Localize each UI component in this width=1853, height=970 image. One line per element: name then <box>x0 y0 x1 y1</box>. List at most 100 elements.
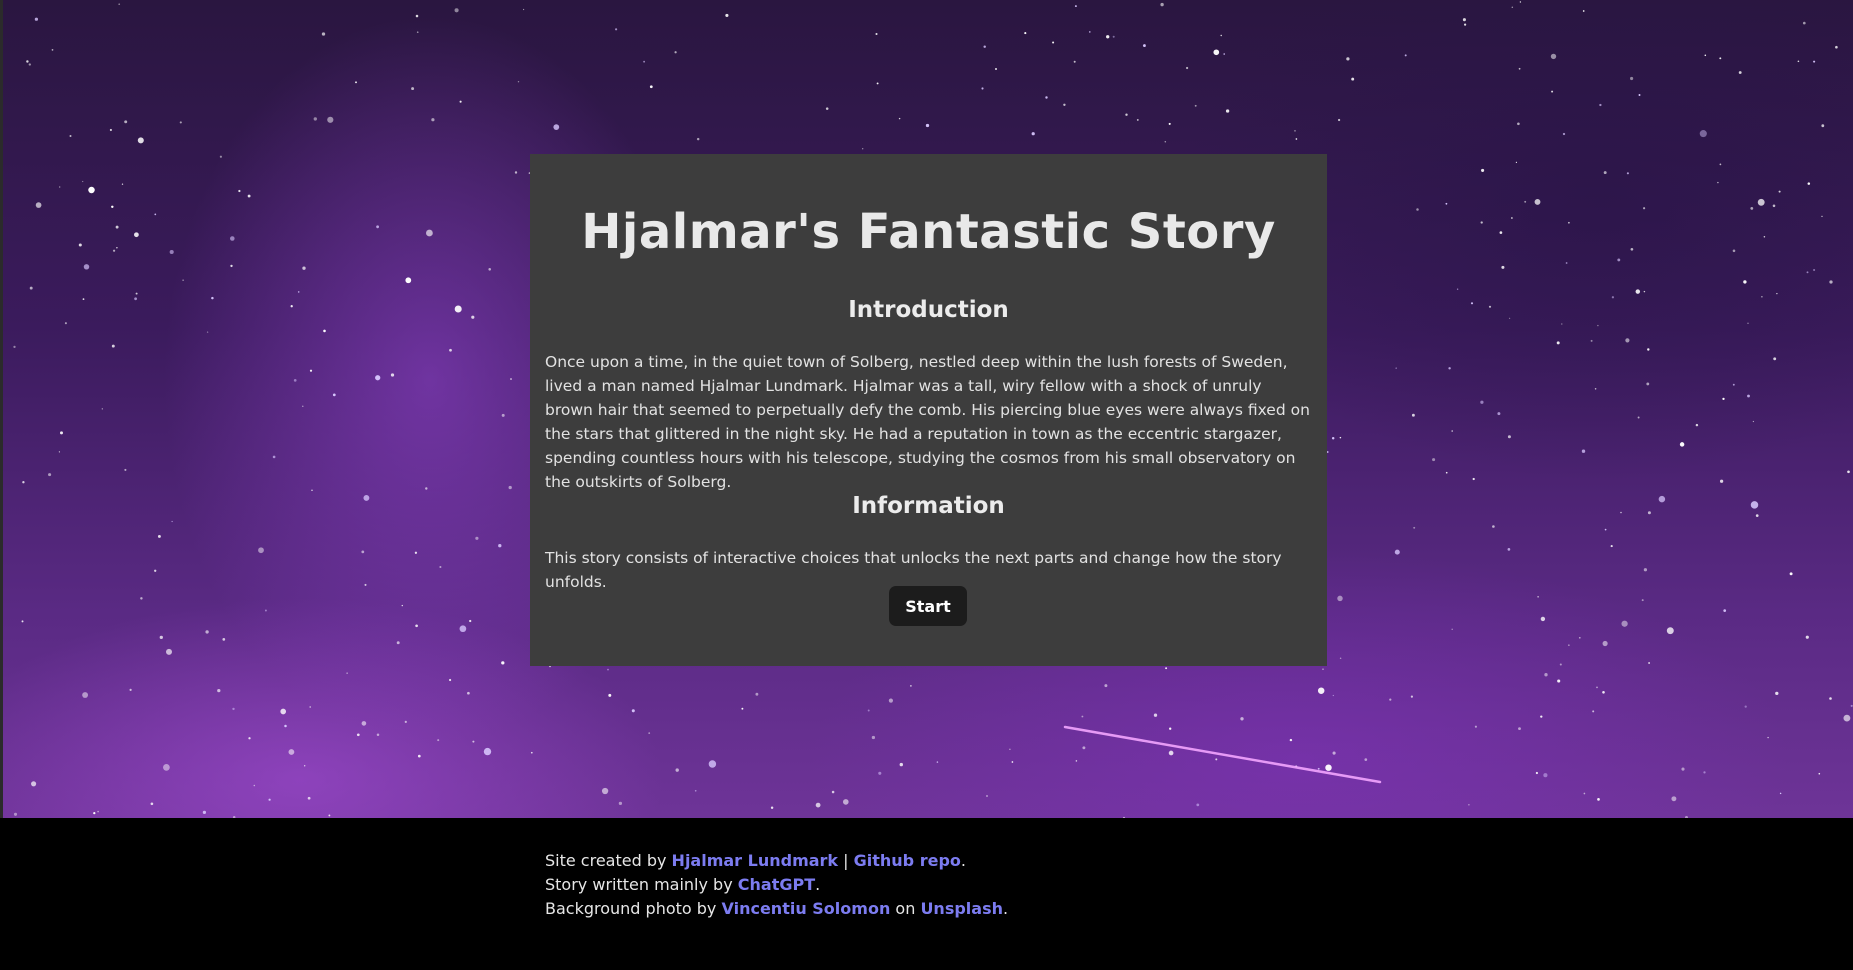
star <box>290 305 293 308</box>
star <box>82 298 85 300</box>
star <box>1761 295 1763 298</box>
star <box>995 68 997 70</box>
star <box>1009 748 1011 751</box>
star <box>1075 760 1078 762</box>
star <box>302 266 306 270</box>
star <box>842 799 849 805</box>
star <box>1556 341 1560 345</box>
star <box>129 688 132 692</box>
star <box>983 45 986 48</box>
star <box>431 118 435 122</box>
star <box>157 534 161 538</box>
star <box>134 232 139 238</box>
star <box>323 329 326 333</box>
star <box>1445 471 1448 474</box>
footer-credits: Site created by Hjalmar Lundmark | Githu… <box>545 849 1008 921</box>
star <box>483 747 492 756</box>
star <box>867 709 870 712</box>
star <box>83 264 90 270</box>
star <box>425 487 428 490</box>
star <box>1620 511 1622 514</box>
star <box>1153 713 1158 717</box>
star <box>376 733 380 737</box>
star <box>1511 6 1514 9</box>
unsplash-link[interactable]: Unsplash <box>920 899 1003 918</box>
star <box>21 620 24 623</box>
star <box>124 120 128 124</box>
star <box>1480 221 1483 224</box>
star <box>1763 236 1766 238</box>
footer-line-photo: Background photo by Vincentiu Solomon on… <box>545 897 1008 921</box>
star <box>910 685 912 687</box>
star <box>601 787 609 795</box>
star <box>304 765 306 767</box>
star <box>517 81 520 83</box>
star <box>1480 400 1484 404</box>
star <box>475 536 479 540</box>
start-button[interactable]: Start <box>889 586 967 626</box>
star <box>1797 60 1800 63</box>
star <box>22 481 25 484</box>
star <box>230 236 235 241</box>
star <box>696 137 700 141</box>
star <box>501 413 505 417</box>
author-link[interactable]: Hjalmar Lundmark <box>672 851 839 870</box>
star <box>411 87 415 91</box>
star <box>1776 292 1778 295</box>
star <box>1755 514 1759 517</box>
introduction-text: Once upon a time, in the quiet town of S… <box>545 353 1310 491</box>
star <box>1597 324 1599 327</box>
star <box>1511 217 1513 219</box>
star <box>674 51 677 54</box>
star <box>1404 54 1407 57</box>
star <box>1806 271 1809 274</box>
star <box>140 597 143 600</box>
star <box>361 550 365 554</box>
star <box>297 291 300 293</box>
star <box>1703 771 1706 774</box>
star <box>1557 679 1561 683</box>
star <box>1767 736 1769 739</box>
star <box>248 737 251 740</box>
star <box>1031 132 1035 136</box>
star <box>1468 804 1470 806</box>
star <box>1499 231 1503 234</box>
star <box>13 345 16 349</box>
star <box>29 286 33 290</box>
star <box>878 771 882 775</box>
star <box>694 789 697 792</box>
star <box>1507 548 1511 551</box>
star <box>205 630 209 634</box>
star <box>1213 49 1220 56</box>
star <box>166 648 172 655</box>
star <box>1451 430 1454 432</box>
star <box>1501 265 1505 269</box>
star <box>154 569 157 572</box>
star <box>1775 691 1779 696</box>
star <box>1411 413 1415 417</box>
star <box>1719 163 1722 166</box>
star <box>150 802 154 806</box>
star <box>217 688 221 693</box>
star <box>112 249 116 252</box>
star <box>608 693 612 697</box>
star <box>1583 792 1586 795</box>
star <box>1582 10 1585 12</box>
star <box>510 378 512 380</box>
star <box>404 720 407 724</box>
star <box>1747 394 1750 398</box>
photographer-link[interactable]: Vincentiu Solomon <box>721 899 890 918</box>
chatgpt-link[interactable]: ChatGPT <box>738 875 815 894</box>
star <box>1470 302 1474 305</box>
star <box>169 249 174 255</box>
star <box>1630 247 1634 251</box>
star <box>1635 289 1641 294</box>
github-repo-link[interactable]: Github repo <box>854 851 961 870</box>
star <box>332 393 336 397</box>
star <box>321 32 326 36</box>
star <box>472 740 475 743</box>
star <box>1104 684 1108 688</box>
star <box>313 117 317 121</box>
star <box>1322 668 1324 670</box>
star <box>1779 792 1782 795</box>
